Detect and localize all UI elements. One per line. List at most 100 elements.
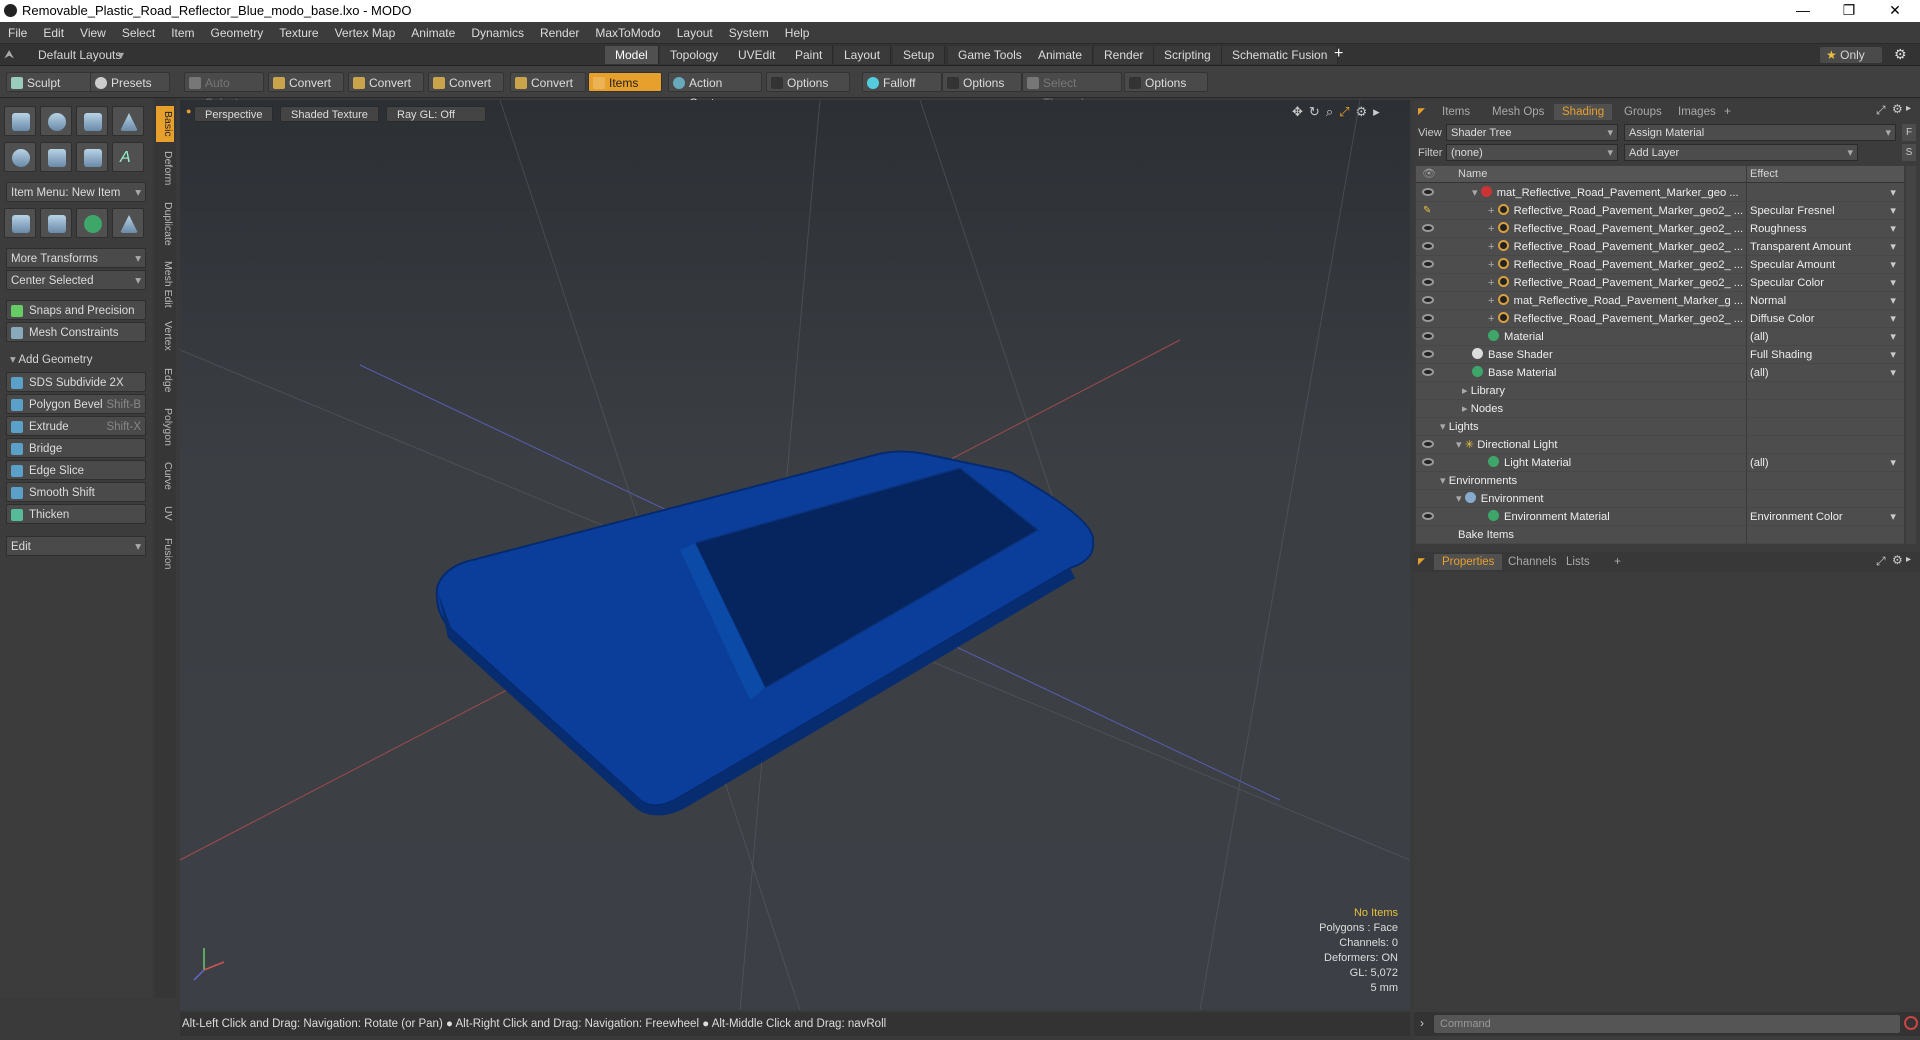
eye-icon[interactable] — [1422, 368, 1434, 376]
extrude-button[interactable]: Extrude Shift-X — [6, 416, 146, 436]
menu-help[interactable]: Help — [777, 22, 818, 44]
default-layouts-dropdown[interactable]: Default Layouts — [38, 48, 121, 62]
expand-arrow-icon[interactable]: ▾ — [1472, 187, 1481, 199]
more-transforms-dropdown[interactable]: More Transforms — [6, 248, 146, 269]
collapsed-arrow-icon[interactable]: ▸ — [1462, 403, 1471, 415]
tree-scrollbar[interactable] — [1906, 166, 1916, 544]
row-effect[interactable]: Roughness — [1750, 220, 1900, 238]
scale-button[interactable] — [112, 208, 144, 238]
gear-icon[interactable]: ⚙ — [1894, 46, 1907, 63]
panel-arrow-icon[interactable]: ▸ — [1906, 103, 1911, 114]
tree-row[interactable]: + Reflective_Road_Pavement_Marker_geo2_ … — [1416, 220, 1904, 238]
expand-icon[interactable]: ⤢ — [1876, 554, 1886, 569]
tab-model[interactable]: Model — [605, 46, 659, 64]
tab-schematic-fusion[interactable]: Schematic Fusion — [1222, 46, 1339, 64]
items-mode-button[interactable]: Items — [588, 72, 662, 92]
tree-row[interactable]: + mat_Reflective_Road_Pavement_Marker_g … — [1416, 292, 1904, 310]
3d-viewport[interactable]: ● Perspective Shaded Texture Ray GL: Off… — [180, 100, 1410, 1010]
menu-texture[interactable]: Texture — [271, 22, 326, 44]
tab-setup[interactable]: Setup — [893, 46, 946, 64]
plus-icon[interactable]: + — [1488, 223, 1498, 235]
vtab-edge[interactable]: Edge — [156, 364, 174, 396]
row-effect[interactable]: Specular Amount — [1750, 256, 1900, 274]
expand-arrow-icon[interactable]: ▾ — [1456, 493, 1465, 505]
cube-primitive-button[interactable] — [4, 106, 36, 136]
tab-animate[interactable]: Animate — [1028, 46, 1094, 64]
expand-icon[interactable]: ⤢ — [1876, 103, 1886, 118]
row-effect[interactable]: Transparent Amount — [1750, 238, 1900, 256]
tab-items[interactable]: Items — [1434, 104, 1478, 120]
cylinder-primitive-button[interactable] — [76, 106, 108, 136]
tree-row[interactable]: + Reflective_Road_Pavement_Marker_geo2_ … — [1416, 274, 1904, 292]
tab-paint[interactable]: Paint — [785, 46, 834, 64]
row-effect[interactable]: Specular Color — [1750, 274, 1900, 292]
plus-icon[interactable]: + — [1488, 295, 1498, 307]
menu-maxtomodo[interactable]: MaxToModo — [587, 22, 668, 44]
vtab-fusion[interactable]: Fusion — [156, 534, 174, 574]
vtab-polygon[interactable]: Polygon — [156, 404, 174, 450]
polygon-bevel-button[interactable]: Polygon Bevel Shift-B — [6, 394, 146, 414]
transform-button[interactable] — [4, 208, 36, 238]
bridge-button[interactable]: Bridge — [6, 438, 146, 458]
rotate-button[interactable] — [76, 208, 108, 238]
falloff-options-button[interactable]: Options — [942, 72, 1022, 92]
convert-edges-button[interactable]: Convert — [348, 72, 424, 92]
row-effect[interactable]: (all) — [1750, 364, 1900, 382]
torus-primitive-button[interactable] — [4, 142, 36, 172]
eye-icon[interactable] — [1422, 332, 1434, 340]
edit-dropdown[interactable]: Edit — [6, 536, 146, 557]
snaps-precision-button[interactable]: Snaps and Precision — [6, 300, 146, 320]
menu-layout[interactable]: Layout — [669, 22, 721, 44]
row-effect[interactable]: Specular Fresnel — [1750, 202, 1900, 220]
add-tab-button[interactable]: + — [1724, 104, 1731, 118]
row-effect[interactable]: Full Shading — [1750, 346, 1900, 364]
sculpt-button[interactable]: Sculpt — [6, 72, 92, 92]
row-effect[interactable]: Diffuse Color — [1750, 310, 1900, 328]
tab-properties[interactable]: Properties — [1434, 554, 1503, 570]
grid-button[interactable] — [40, 208, 72, 238]
menu-dynamics[interactable]: Dynamics — [463, 22, 532, 44]
plus-icon[interactable]: + — [1488, 313, 1498, 325]
eye-icon[interactable] — [1422, 242, 1434, 250]
expand-arrow-icon[interactable]: ▾ — [1440, 475, 1449, 487]
eye-icon[interactable] — [1422, 296, 1434, 304]
auto-select-button[interactable]: Auto Select — [184, 72, 264, 110]
view-dropdown[interactable]: Shader Tree — [1446, 124, 1618, 142]
convert-vertices-button[interactable]: Convert — [268, 72, 344, 92]
plus-icon[interactable]: + — [1488, 259, 1498, 271]
panel-arrow-icon[interactable]: ▸ — [1906, 554, 1911, 565]
record-icon[interactable] — [1904, 1016, 1918, 1030]
row-effect[interactable]: (all) — [1750, 328, 1900, 346]
add-tab-button[interactable]: + — [1614, 554, 1621, 568]
vtab-deform[interactable]: Deform — [156, 148, 174, 188]
eye-icon[interactable] — [1422, 458, 1434, 466]
collapsed-arrow-icon[interactable]: ▸ — [1462, 385, 1471, 397]
eye-icon[interactable] — [1422, 188, 1434, 196]
capsule-primitive-button[interactable] — [40, 142, 72, 172]
plus-icon[interactable]: + — [1488, 277, 1498, 289]
convert-materials-button[interactable]: Convert — [510, 72, 586, 92]
add-layer-dropdown[interactable]: Add Layer — [1624, 144, 1858, 162]
maximize-button[interactable]: ❐ — [1826, 0, 1872, 22]
vtab-vertex[interactable]: Vertex — [156, 316, 174, 356]
tab-render[interactable]: Render — [1094, 46, 1155, 64]
tree-row[interactable]: ✎ + Reflective_Road_Pavement_Marker_geo2_… — [1416, 202, 1904, 220]
convert-polygons-button[interactable]: Convert — [428, 72, 504, 92]
action-center-options-button[interactable]: Options — [766, 72, 850, 92]
plus-icon[interactable]: + — [1488, 205, 1498, 217]
only-toggle[interactable]: ★ Only — [1820, 47, 1882, 63]
vtab-basic[interactable]: Basic — [156, 106, 174, 142]
assign-material-dropdown[interactable]: Assign Material — [1624, 124, 1896, 142]
action-center-button[interactable]: Action Center — [668, 72, 762, 110]
edge-slice-button[interactable]: Edge Slice — [6, 460, 146, 480]
filter-dropdown[interactable]: (none) — [1446, 144, 1618, 162]
tab-mesh-ops[interactable]: Mesh Ops — [1484, 104, 1552, 120]
name-column-header[interactable]: Name — [1458, 166, 1487, 183]
effect-column-header[interactable]: Effect — [1750, 166, 1778, 183]
menu-animate[interactable]: Animate — [403, 22, 463, 44]
eye-icon[interactable] — [1422, 314, 1434, 322]
eye-icon[interactable] — [1422, 260, 1434, 268]
gear-icon[interactable]: ⚙ — [1892, 553, 1903, 567]
vtab-mesh-edit[interactable]: Mesh Edit — [156, 258, 174, 310]
close-button[interactable]: ✕ — [1872, 0, 1918, 22]
